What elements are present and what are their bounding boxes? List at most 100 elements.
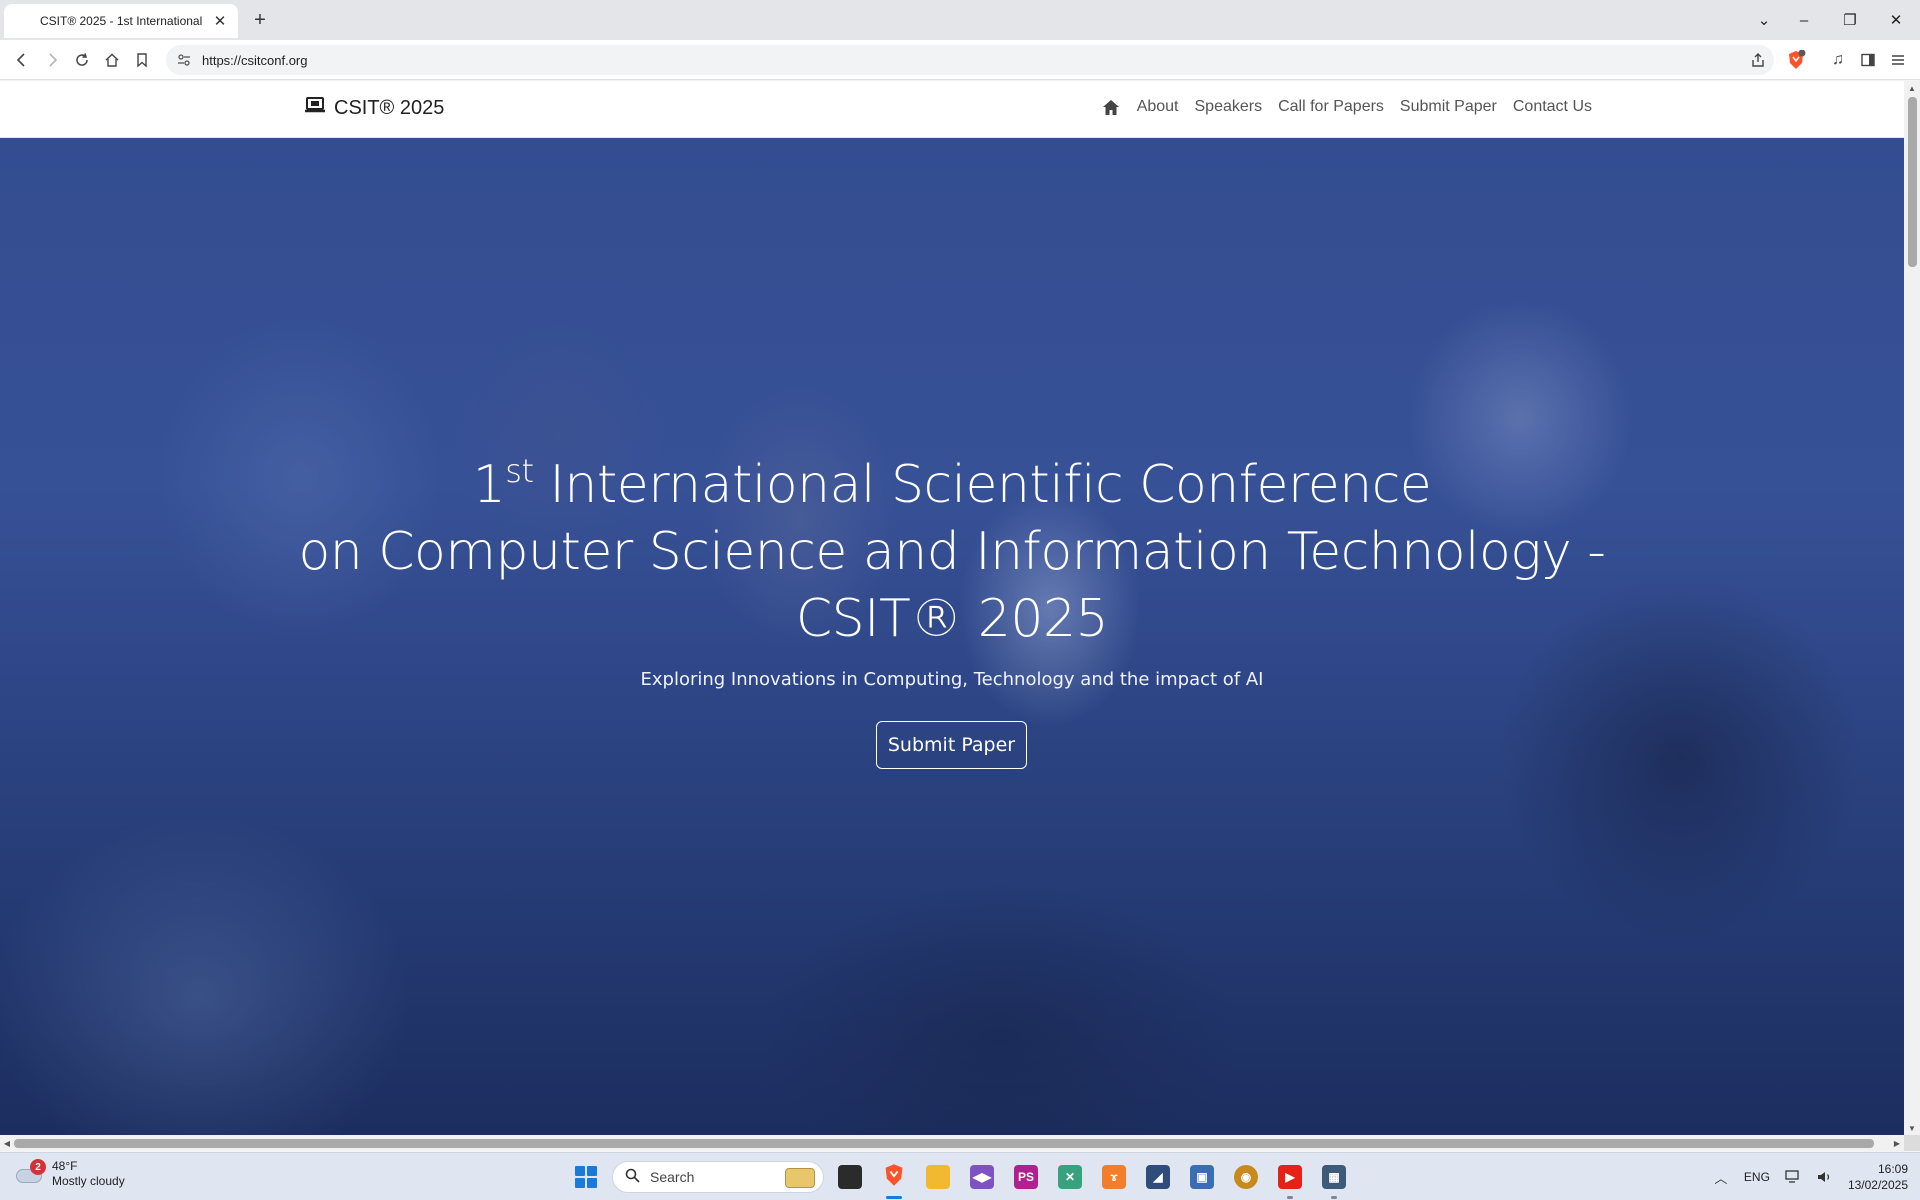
task-view-icon — [838, 1165, 862, 1189]
taskbar-apps: Search ◀▶ PS ✕ ɤ ◢ ▣ ◉ ▶ ▦ — [568, 1159, 1352, 1199]
volume-icon[interactable] — [1816, 1168, 1834, 1186]
taskbar-network-tool[interactable]: ▣ — [1184, 1159, 1220, 1195]
close-window-button[interactable]: ✕ — [1878, 6, 1914, 34]
vertical-scrollbar[interactable]: ▲ ▼ — [1904, 81, 1920, 1135]
hero-title: 1st International Scientific Conference … — [200, 452, 1704, 653]
page-viewport: CSIT® 2025 About Speakers Call for Paper… — [0, 81, 1904, 1135]
share-icon[interactable] — [1746, 48, 1770, 72]
sidebar-toggle-icon[interactable] — [1856, 48, 1880, 72]
taskbar-tool[interactable]: ✕ — [1052, 1159, 1088, 1195]
taskbar-brave[interactable] — [876, 1159, 912, 1199]
input-language[interactable]: ENG — [1744, 1170, 1770, 1184]
weather-description: Mostly cloudy — [52, 1174, 125, 1188]
nav-links: About Speakers Call for Papers Submit Pa… — [1101, 97, 1592, 117]
hero-title-line-3: CSIT® 2025 — [795, 589, 1109, 649]
taskbar-xampp[interactable]: ɤ — [1096, 1159, 1132, 1195]
search-label: Search — [650, 1169, 695, 1185]
horizontal-scroll-thumb[interactable] — [14, 1139, 1874, 1148]
visual-studio-icon: ◀▶ — [970, 1165, 994, 1189]
sql-server-icon: ◢ — [1146, 1165, 1170, 1189]
media-icon[interactable]: ♫ — [1826, 48, 1850, 72]
scroll-left-arrow-icon[interactable]: ◀ — [0, 1135, 14, 1151]
taskbar-search[interactable]: Search — [612, 1161, 824, 1193]
submit-paper-button[interactable]: Submit Paper — [876, 721, 1027, 769]
task-view-button[interactable] — [832, 1159, 868, 1195]
windows-logo-icon — [575, 1166, 597, 1188]
menu-icon[interactable] — [1886, 48, 1910, 72]
bookmark-icon[interactable] — [130, 48, 154, 72]
weather-widget[interactable]: 2 48°F Mostly cloudy — [14, 1159, 125, 1189]
browser-tab-strip: CSIT® 2025 - 1st International ✕ + ⌄ – ❐… — [0, 0, 1920, 40]
site-navbar: CSIT® 2025 About Speakers Call for Paper… — [0, 81, 1904, 138]
tab-search-chevron-icon[interactable]: ⌄ — [1746, 6, 1782, 34]
browser-toolbar: https://csitconf.org ♫ — [0, 40, 1920, 80]
tray-chevron-up-icon[interactable]: ︿ — [1712, 1168, 1730, 1186]
taskbar-visual-studio[interactable]: ◀▶ — [964, 1159, 1000, 1195]
scrollbar-corner — [1904, 1135, 1920, 1151]
nav-speakers[interactable]: Speakers — [1195, 98, 1263, 116]
hero-title-line-1: 1st International Scientific Conference — [200, 452, 1704, 519]
reload-icon[interactable] — [70, 48, 94, 72]
horizontal-scrollbar[interactable]: ◀ ▶ — [0, 1135, 1904, 1151]
youtube-icon: ▶ — [1278, 1165, 1302, 1189]
taskbar-youtube[interactable]: ▶ — [1272, 1159, 1308, 1199]
clock-time: 16:09 — [1877, 1162, 1908, 1176]
vertical-scroll-thumb[interactable] — [1908, 97, 1917, 267]
phpstorm-icon: PS — [1014, 1165, 1038, 1189]
forward-arrow-icon[interactable] — [40, 48, 64, 72]
cloud-icon: 2 — [14, 1159, 46, 1187]
scroll-up-arrow-icon[interactable]: ▲ — [1904, 81, 1920, 95]
nav-contact-us[interactable]: Contact Us — [1513, 98, 1592, 116]
network-tool-icon: ▣ — [1190, 1165, 1214, 1189]
calculator-icon: ▦ — [1322, 1165, 1346, 1189]
search-icon — [625, 1168, 640, 1186]
taskbar: 2 48°F Mostly cloudy Search ◀▶ PS ✕ ɤ ◢ … — [0, 1152, 1920, 1200]
tab-title: CSIT® 2025 - 1st International — [40, 14, 203, 28]
tool-app-icon: ✕ — [1058, 1165, 1082, 1189]
weather-temperature: 48°F — [52, 1159, 78, 1173]
brand-text: CSIT® 2025 — [334, 96, 445, 119]
start-button[interactable] — [568, 1159, 604, 1195]
search-highlight-icon — [785, 1168, 815, 1188]
taskbar-sql-server[interactable]: ◢ — [1140, 1159, 1176, 1195]
clock[interactable]: 16:09 13/02/2025 — [1848, 1161, 1908, 1193]
taskbar-file-explorer[interactable] — [920, 1159, 956, 1195]
site-brand[interactable]: CSIT® 2025 — [304, 96, 444, 120]
hero-title-ordinal: 1 — [472, 455, 506, 515]
weather-badge: 2 — [30, 1159, 46, 1175]
hero-title-line-1-text: International Scientific Conference — [533, 455, 1432, 515]
restore-button[interactable]: ❐ — [1832, 6, 1868, 34]
hero-content: 1st International Scientific Conference … — [0, 138, 1904, 1135]
xampp-icon: ɤ — [1102, 1165, 1126, 1189]
minimize-button[interactable]: – — [1786, 6, 1822, 34]
taskbar-calculator[interactable]: ▦ — [1316, 1159, 1352, 1199]
folder-icon — [926, 1165, 950, 1189]
network-icon[interactable] — [1784, 1168, 1802, 1186]
home-nav-icon[interactable] — [1101, 97, 1121, 117]
tab-close-icon[interactable]: ✕ — [210, 11, 230, 31]
brave-icon — [882, 1163, 906, 1192]
hero-subtitle: Exploring Innovations in Computing, Tech… — [640, 669, 1264, 690]
hero-title-line-2: on Computer Science and Information Tech… — [298, 522, 1606, 582]
browser-tab[interactable]: CSIT® 2025 - 1st International ✕ — [4, 4, 238, 38]
hero-title-ordinal-suffix: st — [505, 452, 534, 490]
new-tab-button[interactable]: + — [248, 8, 272, 32]
home-icon[interactable] — [100, 48, 124, 72]
url-text: https://csitconf.org — [202, 52, 308, 68]
nav-submit-paper[interactable]: Submit Paper — [1400, 98, 1497, 116]
taskbar-eye-app[interactable]: ◉ — [1228, 1159, 1264, 1195]
scroll-right-arrow-icon[interactable]: ▶ — [1890, 1135, 1904, 1151]
hero-section: 1st International Scientific Conference … — [0, 138, 1904, 1135]
nav-about[interactable]: About — [1137, 98, 1179, 116]
clock-date: 13/02/2025 — [1847, 1178, 1908, 1192]
system-tray: ︿ ENG 16:09 13/02/2025 — [1712, 1159, 1908, 1195]
nav-call-for-papers[interactable]: Call for Papers — [1278, 98, 1384, 116]
laptop-icon — [304, 96, 326, 120]
address-bar[interactable]: https://csitconf.org — [166, 45, 1774, 75]
back-arrow-icon[interactable] — [10, 48, 34, 72]
scroll-down-arrow-icon[interactable]: ▼ — [1904, 1121, 1920, 1135]
brave-shields-icon[interactable] — [1784, 48, 1808, 72]
eye-app-icon: ◉ — [1234, 1165, 1258, 1189]
site-settings-icon[interactable] — [176, 52, 192, 68]
taskbar-phpstorm[interactable]: PS — [1008, 1159, 1044, 1195]
